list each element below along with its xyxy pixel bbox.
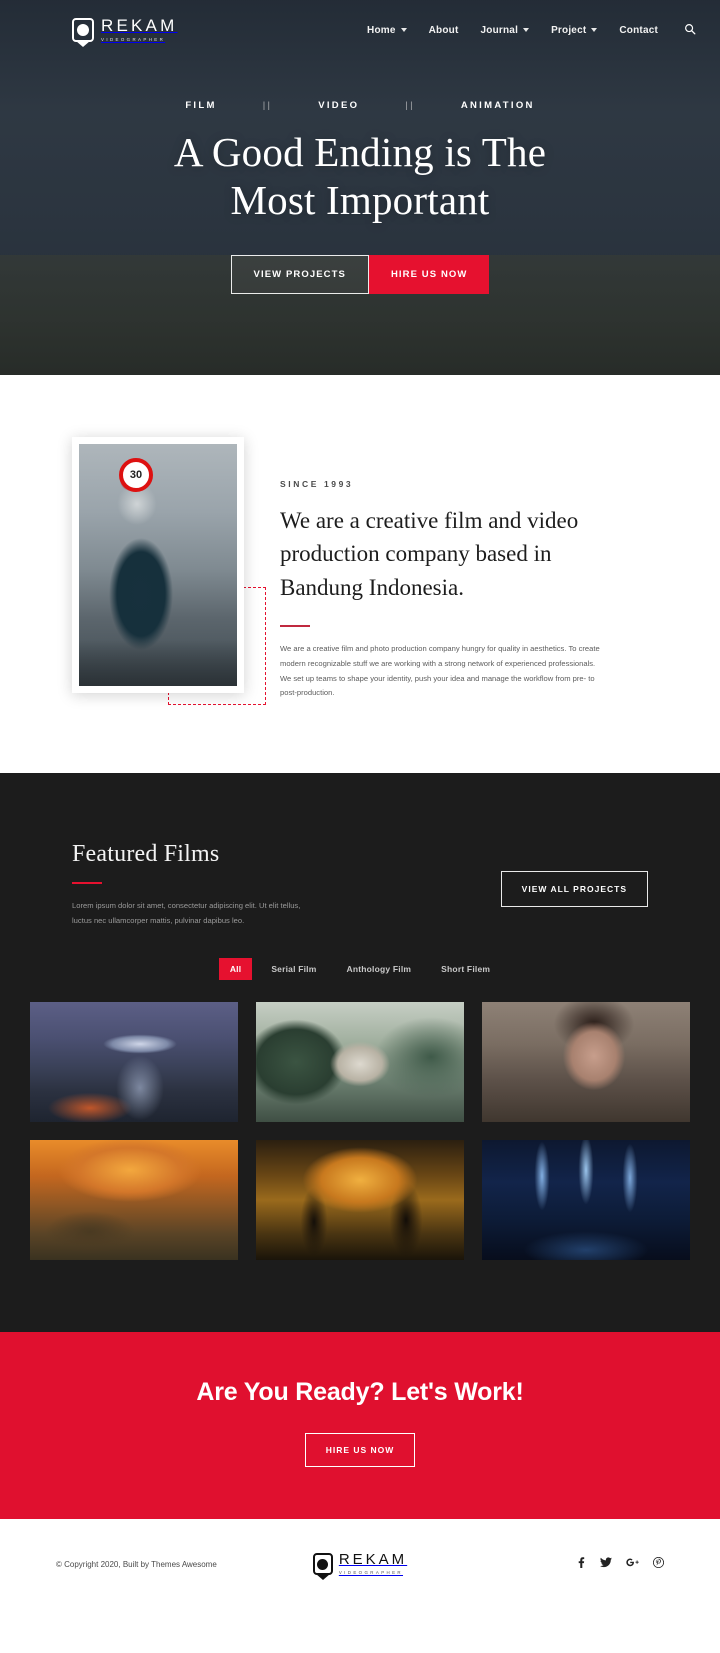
google-plus-icon[interactable] [626, 1557, 639, 1571]
hero-title-line-2: Most Important [230, 176, 490, 223]
portfolio-filter-tabs: All Serial Film Anthology Film Short Fil… [0, 958, 720, 981]
portfolio-item-medieval-battle-film[interactable] [30, 1140, 238, 1261]
landing-page: REKAM VIDEOGRAPHER Home About Journal Pr… [0, 0, 720, 1610]
hero-tag-video: VIDEO [318, 100, 360, 111]
about-text-column: SINCE 1993 We are a creative film and vi… [280, 437, 720, 701]
camera-icon [72, 18, 94, 42]
portfolio-item-portrait-drama-film[interactable] [482, 1002, 690, 1123]
about-photo [79, 444, 237, 686]
twitter-icon[interactable] [600, 1557, 612, 1571]
about-section: SINCE 1993 We are a creative film and vi… [0, 375, 720, 774]
logo-text: REKAM VIDEOGRAPHER [101, 17, 177, 42]
chevron-down-icon [400, 28, 407, 32]
filter-tab-short-filem[interactable]: Short Filem [430, 958, 501, 980]
chevron-down-icon [523, 28, 530, 32]
hero-tag-separator: || [262, 100, 273, 111]
hero-tag-animation: ANIMATION [460, 100, 535, 111]
footer-logo-tagline: VIDEOGRAPHER [338, 1570, 404, 1576]
filter-tab-serial-film[interactable]: Serial Film [260, 958, 327, 980]
nav-label: Home [367, 24, 396, 36]
social-links [407, 1557, 665, 1571]
facebook-icon[interactable] [576, 1557, 586, 1571]
search-icon[interactable] [684, 23, 696, 38]
nav-item-project[interactable]: Project [551, 24, 598, 36]
hero-title: A Good Ending is The Most Important [0, 129, 720, 224]
about-photo-frame [72, 437, 244, 693]
about-paragraph: We are a creative film and photo product… [280, 644, 600, 698]
hero-tag-separator: || [405, 100, 415, 111]
nav-label: Contact [619, 24, 658, 36]
nav-item-home[interactable]: Home [367, 25, 407, 36]
hire-us-now-button[interactable]: HIRE US NOW [368, 255, 490, 295]
chevron-down-icon [591, 28, 598, 32]
footer-logo-text: REKAM VIDEOGRAPHER [339, 1552, 407, 1575]
featured-paragraph: Lorem ipsum dolor sit amet, consectetur … [72, 901, 301, 925]
view-all-projects-button[interactable]: VIEW ALL PROJECTS [500, 871, 648, 908]
pinterest-icon[interactable] [652, 1557, 665, 1571]
featured-films-section: Featured Films Lorem ipsum dolor sit ame… [0, 773, 720, 1333]
hero-service-tags: FILM || VIDEO || ANIMATION [0, 100, 720, 111]
nav-label: About [428, 24, 459, 36]
portfolio-item-ufo-abduction-film[interactable] [30, 1002, 238, 1123]
site-header: REKAM VIDEOGRAPHER Home About Journal Pr… [0, 0, 720, 60]
footer-logo-name: REKAM [338, 1551, 408, 1569]
site-footer: © Copyright 2020, Built by Themes Awesom… [0, 1519, 720, 1610]
camera-icon [312, 1553, 333, 1576]
hero-content: FILM || VIDEO || ANIMATION A Good Ending… [0, 100, 720, 295]
about-divider [280, 625, 310, 628]
filter-tab-all[interactable]: All [218, 958, 253, 981]
about-heading: We are a creative film and video product… [280, 508, 579, 600]
portfolio-item-concert-lights-film[interactable] [482, 1140, 690, 1261]
filter-tab-anthology-film[interactable]: Anthology Film [336, 958, 423, 980]
nav-label: Journal [480, 24, 519, 36]
logo-name: REKAM [101, 16, 178, 36]
nav-item-about[interactable]: About [429, 25, 459, 36]
portfolio-grid [0, 1002, 720, 1261]
copyright-text: © Copyright 2020, Built by Themes Awesom… [56, 1559, 217, 1569]
hero-tag-film: FILM [185, 100, 217, 111]
cta-hire-us-now-button[interactable]: HIRE US NOW [304, 1433, 416, 1468]
logo-tagline: VIDEOGRAPHER [101, 37, 166, 43]
site-logo[interactable]: REKAM VIDEOGRAPHER [72, 17, 177, 42]
featured-title: Featured Films [72, 841, 220, 868]
nav-label: Project [551, 24, 587, 36]
nav-item-contact[interactable]: Contact [619, 25, 658, 36]
hero-section: REKAM VIDEOGRAPHER Home About Journal Pr… [0, 0, 720, 375]
portfolio-item-wolf-forest-film[interactable] [256, 1002, 464, 1123]
about-image-column [0, 437, 280, 705]
view-projects-button[interactable]: VIEW PROJECTS [230, 255, 369, 295]
about-eyebrow: SINCE 1993 [280, 479, 354, 489]
featured-header-action: VIEW ALL PROJECTS [500, 841, 648, 908]
hero-title-line-1: A Good Ending is The [173, 129, 547, 175]
footer-logo[interactable]: REKAM VIDEOGRAPHER [312, 1552, 407, 1576]
featured-header-text: Featured Films Lorem ipsum dolor sit ame… [72, 841, 501, 928]
portfolio-item-war-soldiers-film[interactable] [256, 1140, 464, 1261]
hero-button-group: VIEW PROJECTS HIRE US NOW [0, 255, 720, 295]
cta-section: Are You Ready? Let's Work! HIRE US NOW [0, 1332, 720, 1520]
main-navigation: Home About Journal Project Contact [367, 23, 696, 38]
nav-item-journal[interactable]: Journal [481, 25, 530, 36]
featured-divider [72, 882, 102, 885]
cta-title: Are You Ready? Let's Work! [196, 1378, 524, 1407]
featured-header: Featured Films Lorem ipsum dolor sit ame… [0, 841, 720, 928]
